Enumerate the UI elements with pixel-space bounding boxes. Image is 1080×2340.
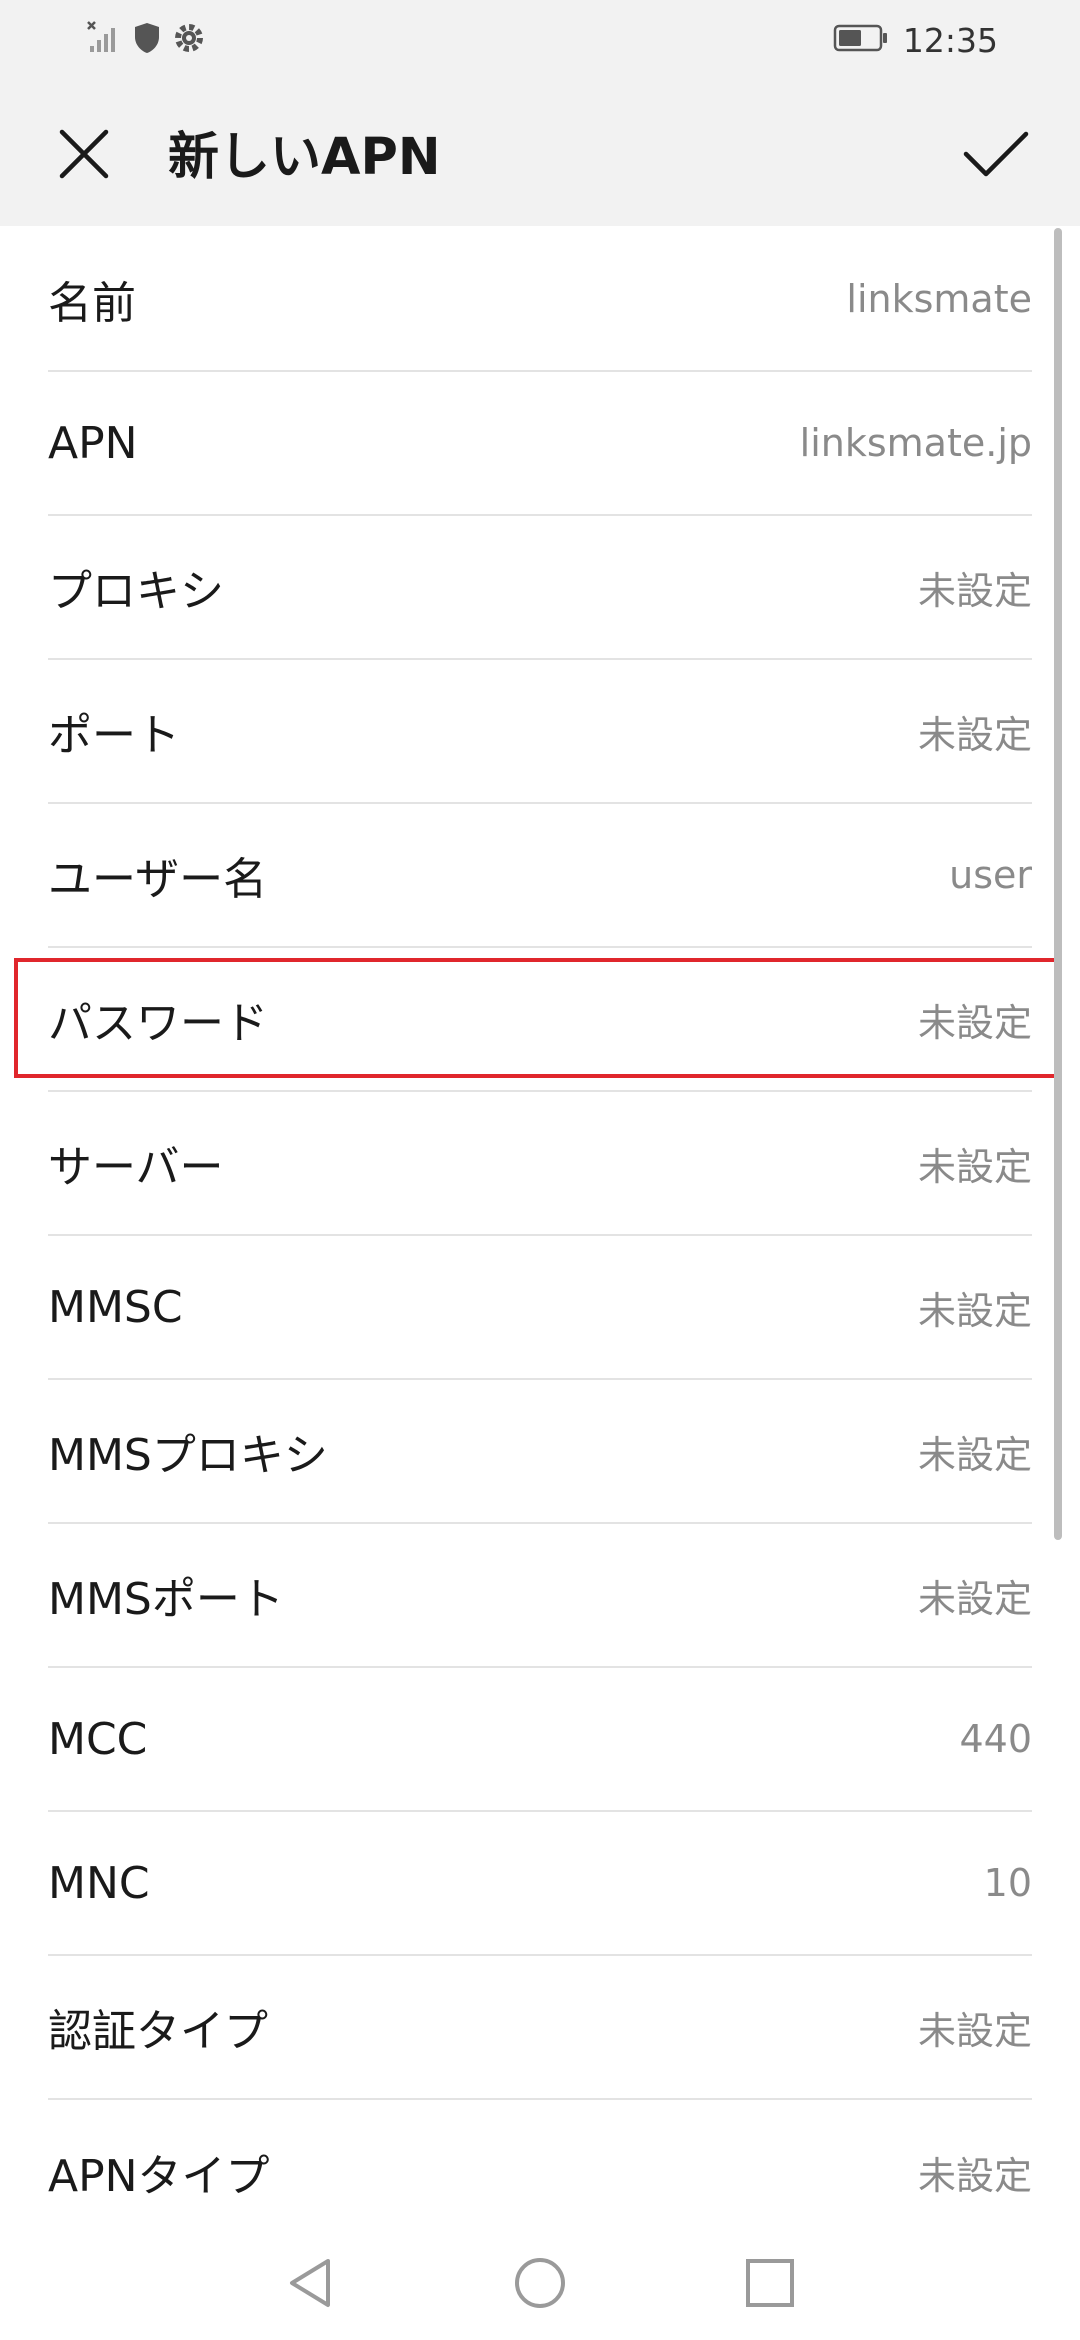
row-mnc[interactable]: MNC 10: [48, 1812, 1032, 1956]
row-label: サーバー: [48, 1142, 224, 1193]
signal-off-icon: [86, 20, 122, 60]
row-label: 認証タイプ: [48, 2006, 268, 2057]
row-mmsc[interactable]: MMSC 未設定: [48, 1236, 1032, 1380]
row-value: 未設定: [917, 568, 1032, 613]
close-icon: [56, 126, 112, 186]
row-label: プロキシ: [48, 566, 224, 617]
close-button[interactable]: [44, 116, 124, 196]
row-mcc[interactable]: MCC 440: [48, 1668, 1032, 1812]
row-apn-type[interactable]: APNタイプ 未設定: [48, 2100, 1032, 2231]
row-label: MMSプロキシ: [48, 1430, 328, 1481]
battery-icon: [833, 23, 889, 57]
row-label: MNC: [48, 1857, 150, 1909]
back-button[interactable]: [270, 2245, 350, 2325]
row-value: user: [949, 853, 1032, 897]
app-bar: 新しいAPN: [0, 80, 1080, 226]
row-server[interactable]: サーバー 未設定: [48, 1092, 1032, 1236]
home-button[interactable]: [500, 2245, 580, 2325]
row-label: MCC: [48, 1713, 148, 1765]
row-proxy[interactable]: プロキシ 未設定: [48, 516, 1032, 660]
row-value: linksmate: [846, 277, 1032, 321]
row-value: 未設定: [917, 2008, 1032, 2053]
row-value: 未設定: [917, 1576, 1032, 1621]
row-label: 名前: [48, 278, 136, 329]
page-title: 新しいAPN: [168, 128, 441, 187]
row-label: MMSC: [48, 1281, 183, 1333]
row-label: パスワード: [48, 998, 268, 1049]
row-label: APN: [48, 417, 138, 469]
check-icon: [962, 128, 1030, 184]
row-value: 未設定: [917, 2153, 1032, 2198]
row-auth-type[interactable]: 認証タイプ 未設定: [48, 1956, 1032, 2100]
row-value: 10: [983, 1861, 1032, 1905]
status-icons-right: 12:35: [833, 18, 998, 62]
gear-icon: [172, 21, 206, 59]
row-value: 未設定: [917, 712, 1032, 757]
row-value: 未設定: [917, 1432, 1032, 1477]
apn-settings-list: 名前 linksmate APN linksmate.jp プロキシ 未設定 ポ…: [0, 226, 1080, 2231]
row-value: 440: [959, 1717, 1032, 1761]
row-value: 未設定: [917, 1000, 1032, 1045]
status-bar: 12:35: [0, 0, 1080, 80]
back-icon: [284, 2255, 336, 2315]
row-name[interactable]: 名前 linksmate: [48, 228, 1032, 372]
row-label: ユーザー名: [48, 854, 268, 905]
row-port[interactable]: ポート 未設定: [48, 660, 1032, 804]
scrollbar[interactable]: [1054, 228, 1062, 1540]
row-value: 未設定: [917, 1144, 1032, 1189]
row-mms-port[interactable]: MMSポート 未設定: [48, 1524, 1032, 1668]
recents-icon: [744, 2257, 796, 2313]
shield-icon: [132, 21, 162, 59]
status-icons-left: [86, 18, 206, 62]
status-time: 12:35: [902, 20, 998, 60]
home-icon: [512, 2255, 568, 2315]
save-button[interactable]: [952, 116, 1040, 196]
row-username[interactable]: ユーザー名 user: [48, 804, 1032, 948]
row-label: MMSポート: [48, 1574, 284, 1625]
row-label: APNタイプ: [48, 2151, 270, 2202]
recents-button[interactable]: [730, 2245, 810, 2325]
row-label: ポート: [48, 710, 180, 761]
navigation-bar: [0, 2230, 1080, 2340]
row-value: 未設定: [917, 1288, 1032, 1333]
row-apn[interactable]: APN linksmate.jp: [48, 372, 1032, 516]
row-password[interactable]: パスワード 未設定: [14, 948, 1058, 1092]
row-value: linksmate.jp: [799, 421, 1032, 465]
row-mms-proxy[interactable]: MMSプロキシ 未設定: [48, 1380, 1032, 1524]
